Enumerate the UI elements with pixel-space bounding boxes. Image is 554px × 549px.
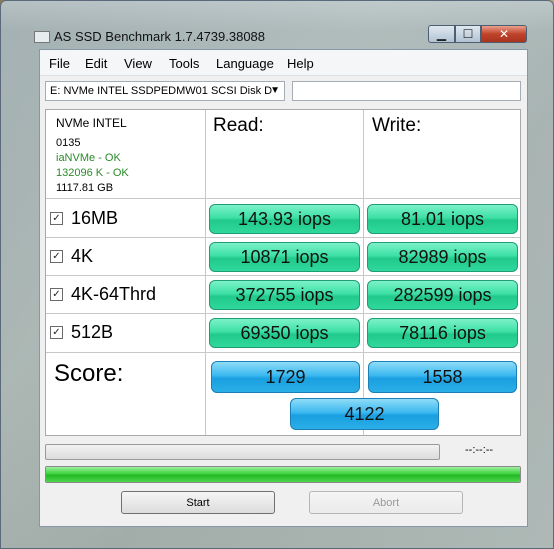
status-field — [292, 81, 521, 101]
write-result-4k-64thrd: 282599 iops — [367, 280, 518, 310]
driver-status: iaNVMe - OK — [56, 152, 121, 164]
row-4k: ✓ 4K — [50, 245, 93, 267]
read-result-4k: 10871 iops — [209, 242, 360, 272]
read-score: 1729 — [211, 361, 360, 393]
start-button[interactable]: Start — [121, 491, 275, 514]
write-result-512b: 78116 iops — [367, 318, 518, 348]
elapsed-time: --:--:-- — [465, 444, 494, 456]
maximize-icon: ☐ — [462, 27, 474, 41]
menu-edit[interactable]: Edit — [85, 56, 107, 71]
window-title: AS SSD Benchmark 1.7.4739.38088 — [54, 29, 266, 44]
write-column-header: Write: — [372, 115, 422, 136]
menu-view[interactable]: View — [124, 56, 152, 71]
app-icon — [34, 31, 50, 43]
title-bar[interactable]: AS SSD Benchmark 1.7.4739.38088 ▁ ☐ ✕ — [1, 1, 553, 49]
minimize-icon: ▁ — [436, 27, 447, 41]
menu-tools[interactable]: Tools — [169, 56, 199, 71]
row-4k-64thrd: ✓ 4K-64Thrd — [50, 283, 156, 305]
drive-size: 1117.81 GB — [56, 182, 114, 194]
read-column-header: Read: — [213, 115, 264, 136]
abort-button[interactable]: Abort — [309, 491, 463, 514]
menu-bar: File Edit View Tools Language Help — [40, 50, 527, 76]
app-window: AS SSD Benchmark 1.7.4739.38088 ▁ ☐ ✕ Fi… — [0, 0, 554, 549]
drive-dropdown-value: E: NVMe INTEL SSDPEDMW01 SCSI Disk D — [50, 85, 273, 97]
write-score: 1558 — [368, 361, 517, 393]
row-512b: ✓ 512B — [50, 321, 113, 343]
menu-language[interactable]: Language — [216, 56, 274, 71]
overall-progress-fill — [46, 467, 520, 482]
client-area: File Edit View Tools Language Help E: NV… — [39, 49, 528, 527]
read-result-512b: 69350 iops — [209, 318, 360, 348]
checkbox-4k-64thrd[interactable]: ✓ — [50, 287, 63, 301]
row-label: 4K-64Thrd — [71, 283, 157, 304]
overall-progress-bar — [45, 466, 521, 483]
menu-help[interactable]: Help — [287, 56, 314, 71]
total-score: 4122 — [290, 398, 439, 430]
row-label: 16MB — [71, 207, 119, 228]
read-result-4k-64thrd: 372755 iops — [209, 280, 360, 310]
row-16mb: ✓ 16MB — [50, 207, 118, 229]
minimize-button[interactable]: ▁ — [428, 25, 455, 43]
write-result-16mb: 81.01 iops — [367, 204, 518, 234]
chevron-down-icon: ▼ — [270, 85, 280, 96]
drive-firmware: 0135 — [56, 137, 81, 149]
read-result-16mb: 143.93 iops — [209, 204, 360, 234]
test-progress-bar — [45, 444, 440, 460]
alignment-status: 132096 K - OK — [56, 167, 129, 179]
checkbox-4k[interactable]: ✓ — [50, 249, 63, 263]
score-label: Score: — [54, 360, 124, 387]
row-label: 512B — [71, 321, 114, 342]
checkbox-512b[interactable]: ✓ — [50, 325, 63, 339]
drive-dropdown[interactable]: E: NVMe INTEL SSDPEDMW01 SCSI Disk D ▼ — [45, 81, 285, 101]
menu-file[interactable]: File — [49, 56, 70, 71]
checkbox-16mb[interactable]: ✓ — [50, 211, 63, 225]
close-button[interactable]: ✕ — [481, 25, 527, 43]
maximize-button[interactable]: ☐ — [455, 25, 481, 43]
results-grid: NVMe INTEL 0135 iaNVMe - OK 132096 K - O… — [45, 109, 521, 436]
write-result-4k: 82989 iops — [367, 242, 518, 272]
drive-model: NVMe INTEL — [56, 116, 127, 130]
row-label: 4K — [71, 245, 94, 266]
close-icon: ✕ — [498, 27, 510, 41]
